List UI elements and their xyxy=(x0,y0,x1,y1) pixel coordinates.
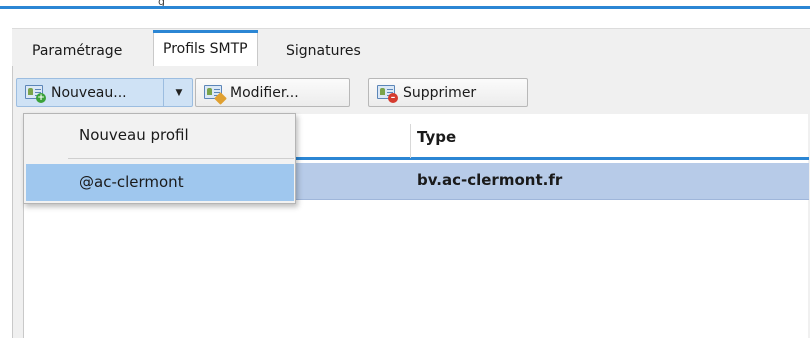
profile-edit-icon xyxy=(204,84,227,105)
delete-button-label: Supprimer xyxy=(403,84,477,101)
chevron-down-icon[interactable]: ▼ xyxy=(167,79,191,106)
modify-button[interactable]: Modifier... xyxy=(195,78,350,107)
tab-strip: Paramétrage Profils SMTP Signatures xyxy=(12,28,810,67)
split-divider xyxy=(163,79,164,106)
accent-line xyxy=(0,6,810,9)
column-header-type[interactable]: Type xyxy=(417,128,456,146)
modify-button-label: Modifier... xyxy=(230,84,299,101)
tab-profils-smtp[interactable]: Profils SMTP xyxy=(153,30,258,67)
menu-item-ac-clermont[interactable]: @ac-clermont xyxy=(26,164,294,201)
profile-add-icon: + xyxy=(25,84,46,103)
new-profile-dropdown-menu: Nouveau profil @ac-clermont xyxy=(23,113,296,204)
column-separator[interactable] xyxy=(410,124,411,158)
delete-button[interactable]: – Supprimer xyxy=(368,78,528,107)
new-button-label: Nouveau... xyxy=(51,84,127,101)
new-button[interactable]: + Nouveau... ▼ xyxy=(16,78,193,107)
tab-parametrage[interactable]: Paramétrage xyxy=(23,36,131,67)
profile-delete-icon: – xyxy=(377,84,398,103)
menu-separator xyxy=(68,158,294,159)
tab-signatures[interactable]: Signatures xyxy=(277,36,370,67)
row-type-cell: bv.ac-clermont.fr xyxy=(417,171,563,189)
toolbar: + Nouveau... ▼ Modifier... – Supprimer xyxy=(13,74,808,112)
menu-item-new-profile[interactable]: Nouveau profil xyxy=(26,117,294,154)
